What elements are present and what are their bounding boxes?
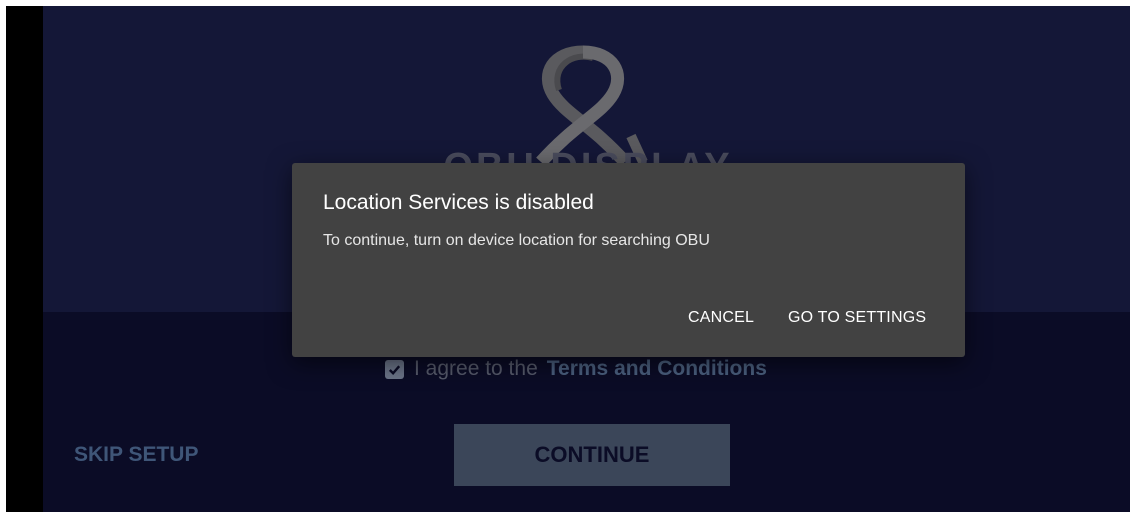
skip-setup-button[interactable]: SKIP SETUP [74, 443, 198, 467]
location-services-dialog: Location Services is disabled To continu… [292, 163, 965, 357]
terms-agreement-row: I agree to the Terms and Conditions [385, 355, 767, 383]
cancel-button[interactable]: CANCEL [688, 309, 754, 327]
agree-text: I agree to the [414, 357, 538, 380]
terms-and-conditions-link[interactable]: Terms and Conditions [547, 357, 767, 381]
continue-button[interactable]: CONTINUE [454, 424, 730, 486]
dialog-title: Location Services is disabled [323, 191, 594, 214]
screen: OBU DISPLAY I agree to the Terms and Con… [6, 6, 1130, 512]
app-screen: OBU DISPLAY I agree to the Terms and Con… [43, 6, 1130, 512]
go-to-settings-button[interactable]: GO TO SETTINGS [788, 309, 926, 327]
terms-checkbox[interactable] [385, 359, 404, 379]
dialog-message: To continue, turn on device location for… [323, 232, 710, 249]
check-icon [388, 364, 401, 375]
